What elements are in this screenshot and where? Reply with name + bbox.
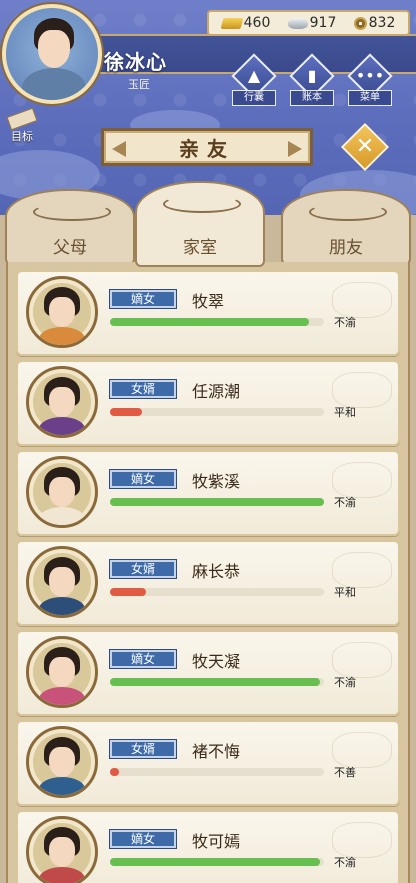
relative-name: 牧天凝 [192, 652, 241, 671]
row-decoration [332, 552, 392, 588]
silver-amount: 917 [309, 15, 337, 31]
tab-parents-label: 父母 [53, 238, 87, 258]
player-name: 徐冰心 [104, 50, 167, 74]
ledger-button[interactable]: ▮ 账本 [286, 53, 338, 108]
currency-bar: 460 917 832 [207, 10, 410, 36]
role-badge: 女婿 [109, 559, 177, 579]
scroll-icon [6, 107, 38, 131]
avatar[interactable] [26, 726, 98, 798]
role-badge: 嫡女 [109, 469, 177, 489]
list-item[interactable]: 女婿 褚不悔 不善 [16, 720, 400, 806]
goal-label: 目标 [11, 130, 33, 143]
list-item[interactable]: 女婿 任源潮 平和 [16, 360, 400, 446]
bag-icon: ▲ [247, 66, 261, 85]
relative-name: 牧可嫣 [192, 832, 241, 851]
gold-amount: 460 [243, 15, 271, 31]
role-badge: 嫡女 [109, 289, 177, 309]
goal-button[interactable]: 目标 [4, 107, 40, 146]
affection-bar-fill [110, 318, 310, 326]
relative-name: 牧紫溪 [192, 472, 241, 491]
bag-label: 行囊 [232, 90, 276, 106]
copper-counter: 832 [353, 15, 396, 31]
gold-counter: 460 [220, 15, 271, 31]
row-decoration [332, 462, 392, 498]
row-decoration [332, 642, 392, 678]
silver-counter: 917 [287, 15, 337, 31]
affection-bar [110, 588, 324, 596]
avatar[interactable] [26, 456, 98, 528]
affection-bar-fill [110, 498, 324, 506]
list-item[interactable]: 嫡女 牧紫溪 不渝 [16, 450, 400, 536]
tab-family-label: 家室 [183, 238, 217, 258]
affection-bar-fill [110, 858, 320, 866]
tab-bar: 父母 朋友 家室 [0, 175, 416, 267]
avatar[interactable] [26, 366, 98, 438]
gold-ingot-icon [220, 17, 244, 29]
ledger-label: 账本 [290, 90, 334, 106]
list-item[interactable]: 嫡女 牧天凝 不渝 [16, 630, 400, 716]
bag-button[interactable]: ▲ 行囊 [228, 53, 280, 108]
mood-label: 平和 [334, 406, 356, 419]
player-title: 玉匠 [128, 78, 150, 91]
mood-label: 不渝 [334, 316, 356, 329]
copper-amount: 832 [368, 15, 396, 31]
affection-bar-fill [110, 678, 320, 686]
copper-coin-icon [353, 16, 367, 30]
mood-label: 不善 [334, 766, 356, 779]
relative-name: 任源潮 [192, 382, 241, 401]
player-avatar[interactable] [2, 4, 102, 104]
relative-name: 牧翠 [192, 292, 225, 311]
row-decoration [332, 732, 392, 768]
row-decoration [332, 372, 392, 408]
list-item[interactable]: 嫡女 牧翠 不渝 [16, 270, 400, 356]
mood-label: 平和 [334, 586, 356, 599]
role-badge: 嫡女 [109, 649, 177, 669]
role-badge: 嫡女 [109, 829, 177, 849]
affection-bar [110, 498, 324, 506]
avatar[interactable] [26, 546, 98, 618]
affection-bar [110, 678, 324, 686]
relative-name: 褚不悔 [192, 742, 241, 761]
tab-friends-label: 朋友 [329, 238, 363, 258]
affection-bar-fill [110, 588, 147, 596]
affection-bar [110, 408, 324, 416]
tab-parents[interactable]: 父母 [5, 189, 135, 265]
row-decoration [332, 822, 392, 858]
avatar[interactable] [26, 276, 98, 348]
affection-bar-fill [110, 408, 143, 416]
menu-button[interactable]: ••• 菜单 [344, 53, 396, 108]
row-decoration [332, 282, 392, 318]
tab-friends[interactable]: 朋友 [281, 189, 411, 265]
list-item[interactable]: 女婿 麻长恭 平和 [16, 540, 400, 626]
role-badge: 女婿 [109, 379, 177, 399]
panel-title: 亲友 [179, 136, 235, 161]
affection-bar [110, 858, 324, 866]
avatar[interactable] [26, 816, 98, 883]
mood-label: 不渝 [334, 676, 356, 689]
mood-label: 不渝 [334, 856, 356, 869]
ledger-icon: ▮ [307, 66, 317, 85]
menu-label: 菜单 [348, 90, 392, 106]
affection-bar [110, 768, 324, 776]
tab-family[interactable]: 家室 [135, 181, 265, 267]
relative-name: 麻长恭 [192, 562, 241, 581]
close-icon: ✕ [355, 134, 375, 159]
affection-bar [110, 318, 324, 326]
role-badge: 女婿 [109, 739, 177, 759]
list-item[interactable]: 嫡女 牧可嫣 不渝 [16, 810, 400, 883]
relatives-list[interactable]: 嫡女 牧翠 不渝 女婿 任源潮 平和 嫡女 牧紫溪 不渝 女婿 麻长恭 平和 嫡… [6, 262, 410, 883]
dots-icon: ••• [355, 66, 385, 85]
silver-ingot-icon [287, 17, 308, 29]
panel-title-plate: 亲友 [101, 128, 313, 166]
mood-label: 不渝 [334, 496, 356, 509]
affection-bar-fill [110, 768, 119, 776]
avatar[interactable] [26, 636, 98, 708]
